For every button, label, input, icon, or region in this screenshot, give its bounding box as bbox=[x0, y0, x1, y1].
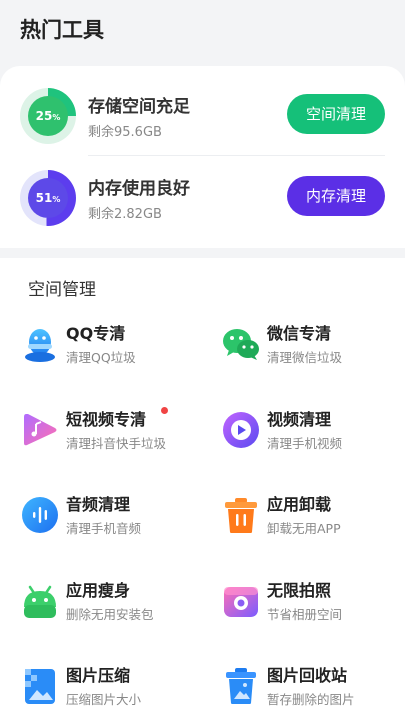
tool-name: 应用瘦身 bbox=[66, 581, 131, 600]
tool-wechat-clean[interactable]: 微信专清 清理微信垃圾 bbox=[221, 318, 405, 378]
tool-desc: 清理手机音频 bbox=[66, 521, 142, 536]
memory-status-row[interactable]: 51% 内存使用良好 剩余2.82GB 内存清理 bbox=[20, 168, 385, 238]
tool-video-clean[interactable]: 视频清理 清理手机视频 bbox=[221, 404, 405, 464]
qq-penguin-icon bbox=[25, 329, 55, 362]
image-compress-icon bbox=[25, 669, 55, 704]
space-management-card: 空间管理 QQ专清 清理QQ垃圾 微信专清 清理微信垃圾 短视频专清 清理抖音快… bbox=[0, 258, 405, 720]
tool-image-compress[interactable]: 图片压缩 压缩图片大小 bbox=[20, 660, 210, 720]
memory-progress-ring: 51% bbox=[20, 170, 76, 226]
tool-name: QQ专清 bbox=[66, 324, 126, 343]
tool-app-slim[interactable]: 应用瘦身 删除无用安装包 bbox=[20, 575, 210, 635]
memory-percent: 51% bbox=[28, 178, 68, 218]
tool-name: 图片压缩 bbox=[66, 666, 131, 685]
short-video-icon bbox=[24, 414, 57, 446]
wechat-icon bbox=[223, 329, 259, 360]
tool-short-video-clean[interactable]: 短视频专清 清理抖音快手垃圾 bbox=[20, 404, 210, 464]
tool-desc: 清理手机视频 bbox=[267, 436, 343, 451]
tool-name: 无限拍照 bbox=[267, 581, 332, 600]
camera-icon bbox=[224, 587, 258, 617]
tool-name: 音频清理 bbox=[66, 495, 131, 514]
section-title: 空间管理 bbox=[28, 280, 96, 300]
android-icon bbox=[24, 585, 56, 618]
tool-desc: 压缩图片大小 bbox=[66, 692, 142, 707]
memory-title: 内存使用良好 bbox=[88, 179, 190, 199]
tool-desc: 节省相册空间 bbox=[267, 607, 343, 622]
memory-clean-button[interactable]: 内存清理 bbox=[287, 176, 385, 216]
memory-remaining: 剩余2.82GB bbox=[88, 207, 162, 222]
tool-desc: 卸载无用APP bbox=[267, 521, 341, 536]
storage-status-row[interactable]: 25% 存储空间充足 剩余95.6GB 空间清理 bbox=[20, 86, 385, 156]
tool-desc: 清理微信垃圾 bbox=[267, 350, 343, 365]
tool-name: 应用卸载 bbox=[267, 495, 332, 514]
page-title: 热门工具 bbox=[20, 18, 104, 42]
storage-progress-ring: 25% bbox=[20, 88, 76, 144]
trash-icon bbox=[225, 498, 257, 533]
tool-image-recycle[interactable]: 图片回收站 暂存删除的图片 bbox=[221, 660, 405, 720]
tool-desc: 删除无用安装包 bbox=[66, 607, 154, 622]
image-recycle-icon bbox=[226, 668, 256, 704]
tool-desc: 清理抖音快手垃圾 bbox=[66, 436, 167, 451]
tool-name: 图片回收站 bbox=[267, 666, 348, 685]
status-card: 25% 存储空间充足 剩余95.6GB 空间清理 51% 内存使用良好 剩余2.… bbox=[0, 66, 405, 248]
tool-name: 微信专清 bbox=[267, 324, 332, 343]
divider bbox=[88, 155, 385, 156]
tool-name: 视频清理 bbox=[267, 410, 332, 429]
video-play-icon bbox=[223, 412, 259, 448]
storage-remaining: 剩余95.6GB bbox=[88, 125, 162, 140]
space-clean-button[interactable]: 空间清理 bbox=[287, 94, 385, 134]
audio-icon bbox=[22, 497, 58, 533]
tool-desc: 暂存删除的图片 bbox=[267, 692, 355, 707]
tool-app-uninstall[interactable]: 应用卸载 卸载无用APP bbox=[221, 489, 405, 549]
tool-qq-clean[interactable]: QQ专清 清理QQ垃圾 bbox=[20, 318, 210, 378]
tool-unlimited-photo[interactable]: 无限拍照 节省相册空间 bbox=[221, 575, 405, 635]
storage-title: 存储空间充足 bbox=[88, 97, 190, 117]
tool-desc: 清理QQ垃圾 bbox=[66, 350, 136, 365]
new-badge-dot bbox=[161, 407, 168, 414]
storage-percent: 25% bbox=[28, 96, 68, 136]
tool-name: 短视频专清 bbox=[66, 410, 147, 429]
tool-audio-clean[interactable]: 音频清理 清理手机音频 bbox=[20, 489, 210, 549]
